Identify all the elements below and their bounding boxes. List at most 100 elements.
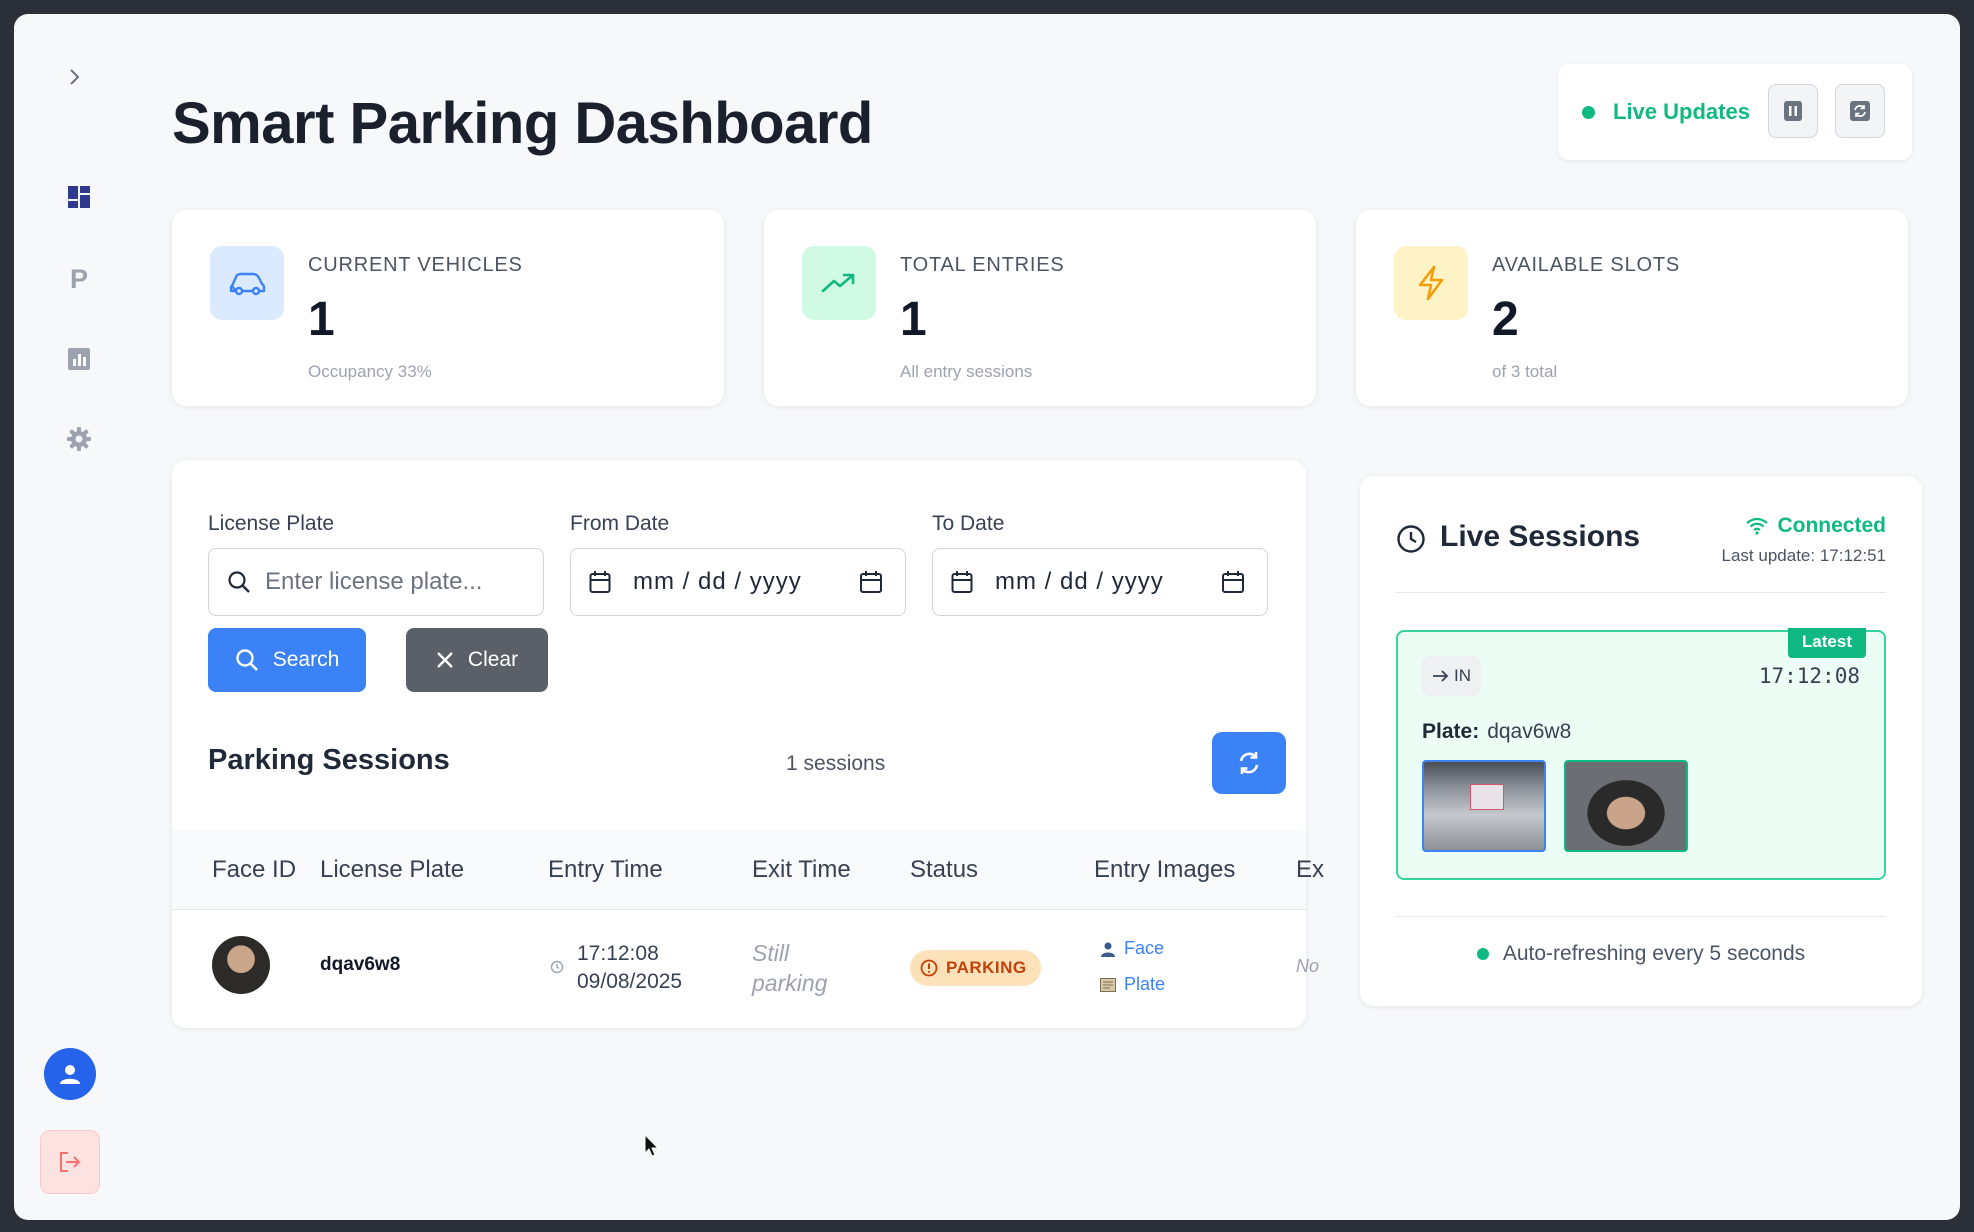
- search-icon: [228, 571, 250, 593]
- sidebar-item-settings[interactable]: [54, 414, 104, 464]
- exit-line: Still: [752, 940, 790, 966]
- search-button[interactable]: Search: [208, 628, 366, 692]
- logout-button[interactable]: [40, 1130, 100, 1194]
- plate-snapshot-graphic: [1470, 784, 1504, 810]
- divider: [1396, 592, 1886, 593]
- live-sessions-panel: Live Sessions Connected Last update: 17:…: [1360, 476, 1922, 1006]
- status-badge: PARKING: [910, 950, 1041, 986]
- stat-value: 2: [1492, 293, 1519, 346]
- person-icon: [1101, 942, 1115, 957]
- stat-subtext: Occupancy 33%: [308, 362, 432, 381]
- license-plate-input[interactable]: [265, 568, 515, 596]
- refresh-sessions-button[interactable]: [1212, 732, 1286, 794]
- stat-label: CURRENT VEHICLES: [308, 254, 523, 276]
- auto-refresh-label: Auto-refreshing every 5 seconds: [1502, 942, 1806, 965]
- refresh-icon: [1239, 752, 1259, 774]
- logout-icon: [60, 1152, 81, 1172]
- refresh-icon: [1850, 101, 1870, 121]
- expand-sidebar-button[interactable]: [60, 62, 90, 92]
- search-icon: [236, 649, 258, 671]
- alert-icon: [920, 959, 938, 977]
- calendar-picker-icon[interactable]: [859, 570, 883, 594]
- table-row[interactable]: dqav6w8 17:12:08 09/08/2025 Still parkin…: [172, 910, 1319, 1028]
- live-session-card[interactable]: Latest IN 17:12:08 Plate: dqav6w8: [1396, 628, 1886, 880]
- from-date-field[interactable]: mm / dd / yyyy: [570, 548, 906, 616]
- face-thumbnail[interactable]: [212, 936, 270, 994]
- refresh-live-button[interactable]: [1835, 84, 1885, 138]
- sessions-count: 1 sessions: [786, 752, 886, 775]
- stat-value: 1: [308, 293, 335, 346]
- column-header[interactable]: Entry Images: [1094, 856, 1235, 884]
- dashboard-icon: [68, 186, 90, 208]
- stat-subtext: of 3 total: [1492, 362, 1558, 381]
- calendar-picker-icon[interactable]: [1221, 570, 1245, 594]
- column-header[interactable]: Entry Time: [548, 856, 663, 884]
- license-plate-label: License Plate: [208, 512, 335, 535]
- plate-cell: dqav6w8: [320, 954, 401, 975]
- entry-face-image-link[interactable]: Face: [1100, 938, 1164, 959]
- exit-line: parking: [752, 970, 828, 996]
- sessions-panel: License Plate From Date mm / dd / yyyy T…: [172, 460, 1324, 1028]
- stat-card-current-vehicles: CURRENT VEHICLES 1 Occupancy 33%: [172, 210, 724, 406]
- live-updates-label: Live Updates: [1613, 99, 1750, 124]
- table-header: Face ID License Plate Entry Time Exit Ti…: [172, 830, 1324, 910]
- exit-images-cell: No: [1296, 956, 1320, 976]
- sidebar-item-dashboard[interactable]: [54, 172, 104, 222]
- column-header[interactable]: License Plate: [320, 856, 464, 884]
- latest-badge: Latest: [1787, 628, 1866, 658]
- exit-time-cell: Still parking: [752, 938, 827, 998]
- license-plate-field[interactable]: [208, 548, 544, 616]
- plate-snapshot[interactable]: [1422, 760, 1546, 852]
- to-date-field[interactable]: mm / dd / yyyy: [932, 548, 1268, 616]
- chevron-right-icon: [70, 69, 80, 85]
- to-date-value: mm / dd / yyyy: [995, 568, 1164, 595]
- user-icon: [60, 1065, 80, 1084]
- column-header[interactable]: Face ID: [212, 856, 296, 884]
- clear-button[interactable]: Clear: [406, 628, 548, 692]
- face-link-label: Face: [1124, 938, 1165, 958]
- plate-icon: [1100, 977, 1116, 992]
- column-header[interactable]: Status: [910, 856, 978, 884]
- wifi-icon: [1746, 517, 1769, 535]
- close-icon: [437, 652, 453, 668]
- page-title: Smart Parking Dashboard: [172, 91, 873, 156]
- user-profile-button[interactable]: [44, 1048, 96, 1100]
- mouse-cursor-icon: [644, 1134, 660, 1157]
- status-label: PARKING: [946, 958, 1027, 977]
- car-icon: [210, 246, 284, 320]
- plate-line: Plate: dqav6w8: [1422, 720, 1571, 744]
- face-snapshot[interactable]: [1564, 760, 1688, 852]
- pause-button[interactable]: [1768, 84, 1818, 138]
- stat-label: AVAILABLE SLOTS: [1492, 254, 1681, 276]
- stat-subtext: All entry sessions: [900, 362, 1033, 381]
- stat-value: 1: [900, 293, 927, 346]
- divider: [1396, 916, 1886, 917]
- sidebar-item-reports[interactable]: [54, 334, 104, 384]
- calendar-icon: [589, 571, 611, 593]
- arrow-right-icon: [1433, 670, 1449, 682]
- stat-card-total-entries: TOTAL ENTRIES 1 All entry sessions: [764, 210, 1316, 406]
- sessions-title: Parking Sessions: [208, 744, 450, 776]
- live-sessions-title: Live Sessions: [1440, 520, 1641, 553]
- trending-up-icon: [802, 246, 876, 320]
- column-header[interactable]: Exit Time: [752, 856, 851, 884]
- entry-time: 17:12:08: [577, 942, 659, 965]
- from-date-value: mm / dd / yyyy: [633, 568, 802, 595]
- clock-icon: [1397, 525, 1425, 553]
- connection-status: Connected: [1745, 514, 1886, 538]
- gear-icon: [67, 427, 91, 451]
- parking-icon: P: [69, 263, 88, 294]
- plate-label: Plate:: [1422, 720, 1480, 743]
- sidebar-item-parking[interactable]: P: [54, 254, 104, 304]
- entry-date: 09/08/2025: [577, 970, 683, 993]
- direction-badge: IN: [1422, 656, 1481, 696]
- entry-plate-image-link[interactable]: Plate: [1100, 974, 1165, 995]
- live-updates-panel: Live Updates: [1558, 64, 1912, 160]
- app-window: P Smart Parking Dashboard Live Updates C…: [14, 14, 1960, 1220]
- auto-refresh-status: Auto-refreshing every 5 seconds: [1360, 942, 1922, 966]
- column-header[interactable]: Ex: [1296, 856, 1324, 884]
- pause-icon: [1784, 101, 1802, 121]
- last-update: Last update: 17:12:51: [1721, 546, 1886, 565]
- clear-button-label: Clear: [467, 648, 519, 671]
- connection-label: Connected: [1777, 514, 1886, 537]
